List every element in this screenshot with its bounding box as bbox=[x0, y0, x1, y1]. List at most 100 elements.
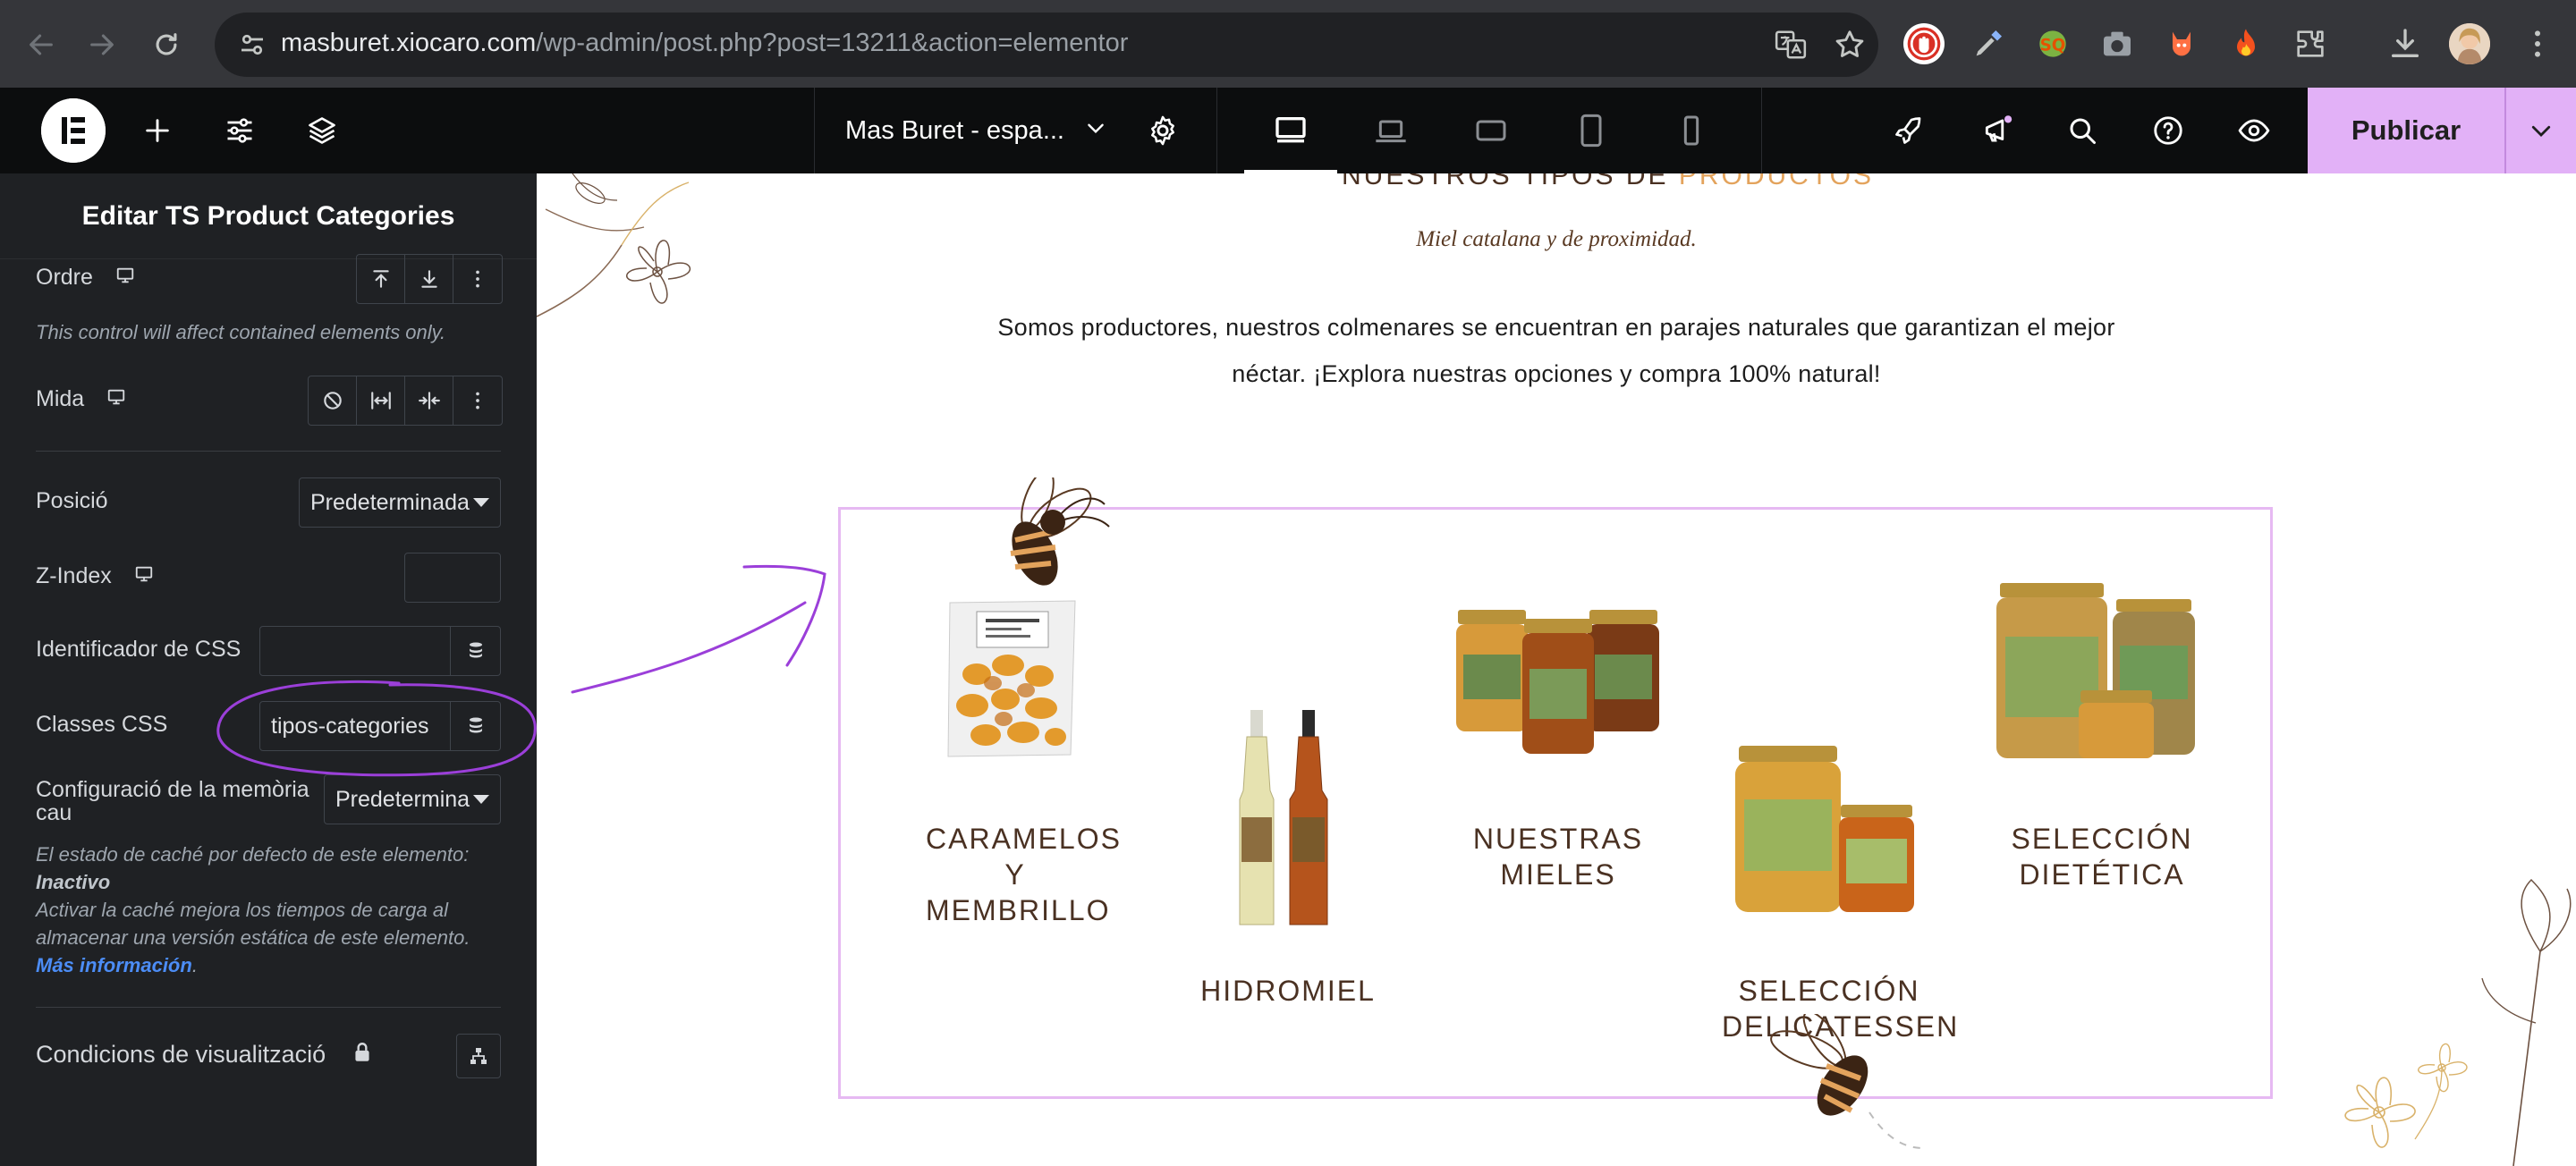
flame-extension-icon[interactable] bbox=[2225, 23, 2267, 64]
cache-select[interactable]: Predetermina bbox=[324, 774, 501, 824]
svg-text:SQ: SQ bbox=[2040, 36, 2066, 55]
category-caramelos-label[interactable]: CARAMELOS Y MEMBRILLO bbox=[926, 821, 1120, 928]
mobile-device-icon[interactable] bbox=[1668, 107, 1715, 154]
cache-note-line1: El estado de caché por defecto de este e… bbox=[36, 843, 470, 866]
divider bbox=[36, 1007, 501, 1008]
annotation-arrow bbox=[571, 564, 826, 694]
mieles-product-image[interactable] bbox=[1451, 601, 1665, 762]
category-mieles-label[interactable]: NUESTRAS MIELES bbox=[1469, 821, 1648, 892]
decorative-flower-illustration bbox=[537, 173, 691, 317]
publish-button[interactable]: Publicar bbox=[2308, 88, 2504, 173]
notifications-megaphone-icon[interactable] bbox=[1977, 109, 2020, 152]
search-icon[interactable] bbox=[2061, 109, 2104, 152]
divider bbox=[36, 451, 501, 452]
visibility-conditions-button[interactable] bbox=[456, 1034, 501, 1078]
size-custom-more-icon[interactable] bbox=[453, 376, 502, 425]
site-settings-sliders-icon[interactable] bbox=[218, 109, 261, 152]
cache-note-line2: Activar la caché mejora los tiempos de c… bbox=[36, 899, 448, 921]
address-bar[interactable]: masburet.xiocaro.com/wp-admin/post.php?p… bbox=[215, 13, 1878, 77]
category-dietetica-label[interactable]: SELECCIÓN DIETÉTICA bbox=[2008, 821, 2196, 892]
tablet-device-icon[interactable] bbox=[1568, 107, 1614, 154]
site-settings-icon[interactable] bbox=[236, 29, 268, 61]
section-description-line2: néctar. ¡Explora nuestras opciones y com… bbox=[1232, 360, 1881, 387]
camera-extension-icon[interactable] bbox=[2097, 23, 2138, 64]
order-button-group bbox=[356, 254, 503, 304]
category-delicatessen-line1: SELECCIÓN bbox=[1738, 975, 1920, 1007]
bee-illustration bbox=[1770, 1014, 1923, 1149]
cache-more-info-dot: . bbox=[191, 954, 198, 976]
order-end-icon[interactable] bbox=[405, 255, 453, 303]
color-picker-extension-icon[interactable] bbox=[1968, 23, 2009, 64]
size-button-group bbox=[308, 376, 503, 426]
order-custom-more-icon[interactable] bbox=[453, 255, 502, 303]
url-text: masburet.xiocaro.com/wp-admin/post.php?p… bbox=[281, 29, 1128, 58]
cache-more-info-link[interactable]: Más información bbox=[36, 954, 192, 976]
extensions-puzzle-icon[interactable] bbox=[2290, 23, 2331, 64]
bee-illustration bbox=[1010, 477, 1110, 586]
reload-icon[interactable] bbox=[141, 20, 191, 70]
caramelos-product-image[interactable] bbox=[941, 594, 1084, 764]
structure-layers-icon[interactable] bbox=[301, 109, 343, 152]
chevron-down-icon bbox=[1084, 116, 1107, 146]
order-start-icon[interactable] bbox=[357, 255, 405, 303]
cache-value: Predetermina bbox=[335, 786, 470, 812]
seoquake-extension-icon[interactable]: SQ bbox=[2032, 23, 2073, 64]
adblock-extension-icon[interactable] bbox=[1903, 23, 1945, 64]
css-id-label: Identificador de CSS bbox=[36, 637, 242, 662]
position-label: Posició bbox=[36, 488, 108, 513]
dynamic-tags-icon[interactable] bbox=[451, 626, 501, 676]
position-select[interactable]: Predeterminada bbox=[299, 477, 501, 528]
section-title-main: NUESTROS TIPOS DE bbox=[1342, 173, 1679, 190]
size-grow-icon[interactable] bbox=[357, 376, 405, 425]
caret-down-icon bbox=[473, 795, 489, 804]
panel-title: Editar TS Product Categories bbox=[0, 173, 537, 259]
cache-note: El estado de caché por defecto de este e… bbox=[36, 841, 470, 979]
profile-avatar[interactable] bbox=[2449, 23, 2490, 64]
editor-panel: Editar TS Product Categories Ordre This … bbox=[0, 173, 537, 1166]
section-title: NUESTROS TIPOS DE PRODUCTOS bbox=[1342, 173, 1874, 191]
bookmark-star-icon[interactable] bbox=[1832, 27, 1868, 63]
responsive-desktop-icon[interactable] bbox=[134, 564, 154, 590]
screen: masburet.xiocaro.com/wp-admin/post.php?p… bbox=[0, 0, 2576, 1166]
rocket-icon[interactable] bbox=[1887, 109, 1930, 152]
responsive-desktop-icon[interactable] bbox=[115, 266, 135, 292]
order-note: This control will affect contained eleme… bbox=[36, 321, 446, 343]
publish-options-chevron-icon[interactable] bbox=[2504, 88, 2576, 173]
page-settings-gear-icon[interactable] bbox=[1141, 109, 1184, 152]
responsive-desktop-icon[interactable] bbox=[106, 387, 126, 413]
hidromiel-product-image[interactable] bbox=[1234, 710, 1342, 929]
position-value: Predeterminada bbox=[310, 489, 470, 515]
cache-label-line2: cau bbox=[36, 800, 72, 825]
size-none-icon[interactable] bbox=[309, 376, 357, 425]
category-mieles-line1: NUESTRAS bbox=[1472, 823, 1644, 855]
preview-eye-icon[interactable] bbox=[2233, 109, 2275, 152]
delicatessen-product-image[interactable] bbox=[1733, 746, 1921, 916]
order-control: Ordre bbox=[36, 265, 135, 292]
help-icon[interactable] bbox=[2147, 109, 2190, 152]
browser-menu-icon[interactable] bbox=[2517, 23, 2558, 64]
category-caramelos-line3: MEMBRILLO bbox=[926, 894, 1111, 926]
section-description: Somos productores, nuestros colmenares s… bbox=[984, 304, 2129, 397]
decorative-flower-illustration bbox=[2344, 878, 2572, 1166]
download-icon[interactable] bbox=[2385, 23, 2426, 64]
cache-label: Configuració de la memòria cau bbox=[36, 778, 309, 824]
category-hidromiel-label[interactable]: HIDROMIEL bbox=[1194, 973, 1382, 1009]
back-arrow-icon[interactable] bbox=[16, 20, 66, 70]
add-element-icon[interactable] bbox=[136, 109, 179, 152]
dietetica-product-image[interactable] bbox=[1995, 583, 2200, 762]
zindex-input[interactable] bbox=[404, 553, 501, 603]
css-classes-label: Classes CSS bbox=[36, 712, 168, 737]
section-title-accent: PRODUCTOS bbox=[1678, 173, 1874, 190]
tablet-landscape-device-icon[interactable] bbox=[1468, 107, 1514, 154]
size-shrink-icon[interactable] bbox=[405, 376, 453, 425]
translate-icon[interactable] bbox=[1773, 27, 1809, 63]
css-id-input[interactable] bbox=[259, 626, 451, 676]
fox-extension-icon[interactable] bbox=[2161, 23, 2202, 64]
desktop-device-icon[interactable] bbox=[1244, 107, 1337, 173]
section-description-line1: Somos productores, nuestros colmenares s… bbox=[997, 314, 2115, 341]
cache-note-state: Inactivo bbox=[36, 871, 111, 893]
laptop-device-icon[interactable] bbox=[1368, 107, 1414, 154]
forward-arrow-icon[interactable] bbox=[77, 20, 127, 70]
elementor-logo-icon[interactable] bbox=[41, 98, 106, 163]
visibility-label: Condicions de visualització bbox=[36, 1041, 326, 1068]
